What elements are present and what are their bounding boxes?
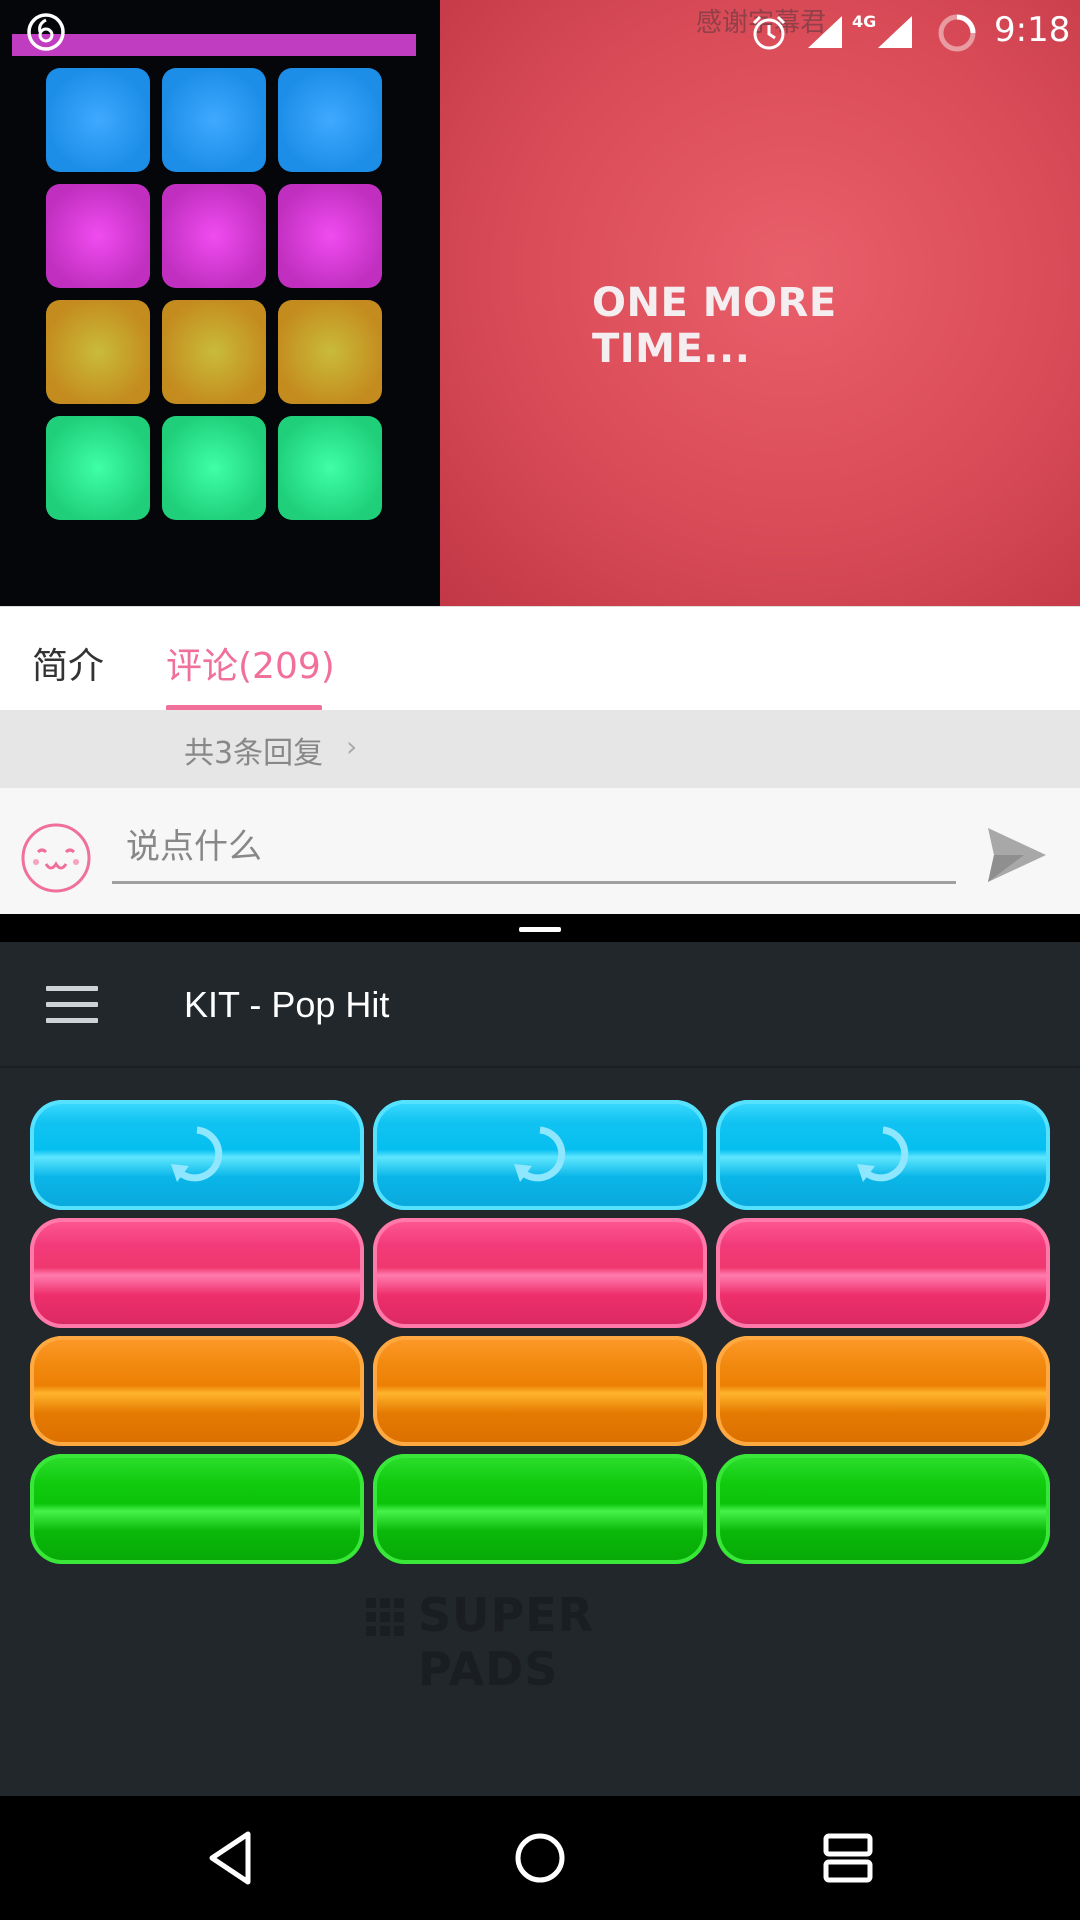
pad-blue-3[interactable] — [716, 1100, 1050, 1210]
back-icon[interactable] — [200, 1826, 264, 1890]
pads-toolbar: KIT - Pop Hit — [0, 942, 1080, 1068]
split-screen-divider[interactable] — [0, 914, 1080, 942]
pad-green-2[interactable] — [373, 1454, 707, 1564]
video-overlay-text: ONE MORE TIME... — [592, 280, 837, 372]
system-navigation-bar — [0, 1796, 1080, 1920]
pad-pink-2[interactable] — [373, 1218, 707, 1328]
brand-name: SUPER PADS — [418, 1588, 595, 1696]
super-pads-logo: SUPER PADS — [366, 1588, 726, 1696]
emoji-icon[interactable] — [20, 822, 92, 894]
pad-pink-3[interactable] — [716, 1218, 1050, 1328]
loop-icon — [171, 1126, 223, 1182]
video-pad — [162, 300, 266, 404]
recent-apps-icon[interactable] — [816, 1826, 880, 1890]
pad-blue-1[interactable] — [30, 1100, 364, 1210]
replies-count-label: 共3条回复 — [184, 736, 324, 771]
signal-icon — [808, 16, 842, 48]
pad-orange-2[interactable] — [373, 1336, 707, 1446]
tab-bar: 简介 评论(209) — [0, 606, 1080, 711]
chevron-right-icon: › — [346, 730, 358, 763]
video-player[interactable]: ONE MORE TIME... — [0, 0, 1080, 606]
pad-orange-1[interactable] — [30, 1336, 364, 1446]
video-pad — [46, 184, 150, 288]
send-icon[interactable] — [984, 824, 1050, 886]
app-netease-icon — [27, 13, 65, 51]
tab-comments[interactable]: 评论(209) — [166, 637, 335, 689]
pad-green-3[interactable] — [716, 1454, 1050, 1564]
loop-icon — [514, 1126, 566, 1182]
pad-green-1[interactable] — [30, 1454, 364, 1564]
video-pad — [278, 300, 382, 404]
grid-logo-icon — [366, 1598, 404, 1636]
video-pad — [46, 68, 150, 172]
clock: 9:18 — [994, 10, 1071, 50]
video-pad — [162, 416, 266, 520]
loop-icon — [857, 1126, 909, 1182]
battery-icon — [938, 14, 976, 52]
kit-title: KIT - Pop Hit — [184, 984, 390, 1025]
view-replies-link[interactable]: 共3条回复 › — [0, 710, 1080, 788]
video-pad — [162, 68, 266, 172]
super-pads-app: KIT - Pop Hit SUPER PADS — [0, 942, 1080, 1796]
status-bar: 感谢字幕君 4G 9:18 — [0, 0, 1080, 64]
comment-input[interactable] — [112, 812, 956, 884]
pad-pink-1[interactable] — [30, 1218, 364, 1328]
video-pad — [278, 68, 382, 172]
video-pad — [162, 184, 266, 288]
alarm-icon — [752, 15, 786, 50]
divider-handle[interactable] — [519, 927, 561, 932]
home-icon[interactable] — [508, 1826, 572, 1890]
video-pad — [46, 300, 150, 404]
video-frame-pads-screen — [0, 0, 440, 606]
hamburger-menu-icon[interactable] — [46, 986, 98, 1024]
video-pad — [278, 416, 382, 520]
pad-orange-3[interactable] — [716, 1336, 1050, 1446]
comment-composer — [0, 788, 1080, 914]
signal-icon — [878, 16, 912, 48]
pad-blue-2[interactable] — [373, 1100, 707, 1210]
network-type-label: 4G — [852, 12, 877, 31]
video-pad — [46, 416, 150, 520]
tab-intro[interactable]: 简介 — [32, 637, 104, 689]
video-pad — [278, 184, 382, 288]
